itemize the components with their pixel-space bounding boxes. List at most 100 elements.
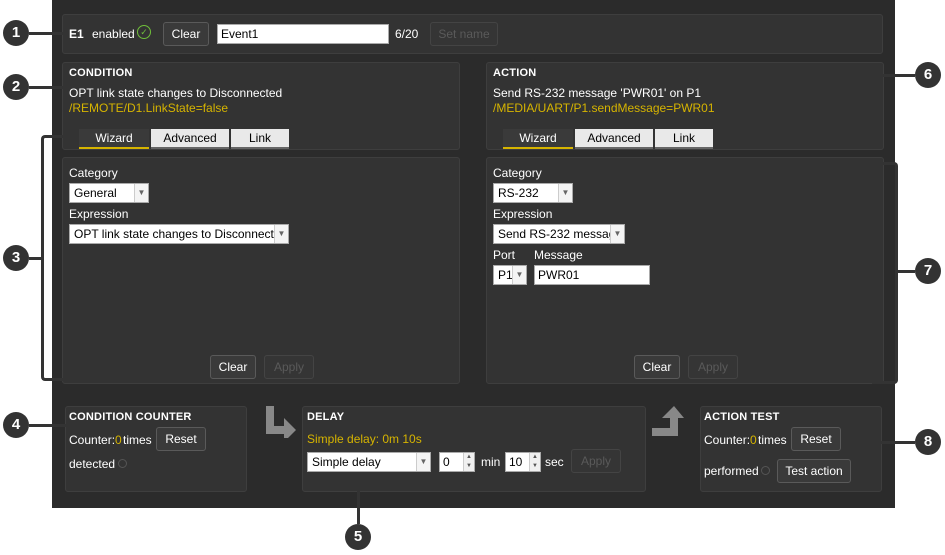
action-test-count: 0 [750,433,757,447]
condition-category-label: Category [69,166,118,180]
condition-tab-advanced[interactable]: Advanced [151,129,229,149]
callout-line-1 [29,32,63,35]
condition-counter-panel: CONDITION COUNTER Counter: 0 times Reset… [65,406,247,492]
action-description: Send RS-232 message 'PWR01' on P1 [493,86,702,100]
condition-expression-value: OPT link state changes to Disconnected [74,227,288,241]
event-id: E1 [69,27,84,41]
set-name-button[interactable]: Set name [430,22,498,46]
callout-2: 2 [3,74,29,100]
performed-indicator-icon [761,466,770,475]
chevron-down-icon: ▼ [134,184,148,202]
action-category-label: Category [493,166,542,180]
condition-expression-select[interactable]: OPT link state changes to Disconnected ▼ [69,224,289,244]
condition-tab-link[interactable]: Link [231,129,289,149]
condition-path: /REMOTE/D1.LinkState=false [69,101,229,115]
spinner-arrows-icon[interactable]: ▲ ▼ [463,453,474,471]
condition-description: OPT link state changes to Disconnected [69,86,283,100]
action-category-value: RS-232 [498,186,539,200]
port-value: P1 [498,268,513,282]
delay-title: DELAY [307,411,345,423]
condition-counter-suffix: times [123,433,152,447]
action-panel: ACTION Send RS-232 message 'PWR01' on P1… [486,62,884,150]
condition-category-value: General [74,186,117,200]
action-test-counter-prefix: Counter: [704,433,751,447]
port-label: Port [493,248,516,262]
callout-line-7 [895,270,915,273]
callout-bracket-3 [41,135,67,381]
callout-6: 6 [915,62,941,88]
event-clear-button[interactable]: Clear [163,22,209,46]
condition-category-select[interactable]: General ▼ [69,183,149,203]
delay-sec-value: 10 [509,455,523,469]
chevron-down-icon: ▼ [610,225,624,243]
event-header-panel: E1 enabled ✓ Clear 6/20 Set name [62,14,883,54]
callout-line-5 [357,478,360,524]
callout-8: 8 [915,429,941,455]
action-tab-wizard[interactable]: Wizard [503,129,573,149]
callout-4: 4 [3,412,29,438]
callout-3: 3 [3,245,29,271]
action-test-reset-button[interactable]: Reset [791,427,841,451]
action-test-panel: ACTION TEST Counter: 0 times Reset perfo… [700,406,882,492]
condition-title: CONDITION [69,67,133,79]
spinner-arrows-icon[interactable]: ▲ ▼ [529,453,540,471]
port-select[interactable]: P1 ▼ [493,265,527,285]
arrow-right-up-icon [652,406,684,436]
delay-min-label: min [481,455,501,469]
action-tab-link[interactable]: Link [655,129,713,149]
action-test-title: ACTION TEST [704,411,780,423]
delay-mode-select[interactable]: Simple delay ▼ [307,452,431,472]
event-name-input[interactable] [217,24,389,44]
arrow-right-down-icon [266,406,296,438]
condition-counter-count: 0 [115,433,122,447]
condition-apply-button[interactable]: Apply [264,355,314,379]
delay-sec-stepper[interactable]: 10 ▲ ▼ [505,452,541,472]
callout-line-8 [873,441,915,444]
delay-min-value: 0 [443,455,450,469]
event-char-count: 6/20 [395,27,419,41]
detected-label: detected [69,457,116,471]
condition-expression-label: Expression [69,207,129,221]
delay-panel: DELAY Simple delay: 0m 10s Simple delay … [302,406,646,492]
callout-line-6 [872,74,915,77]
message-input[interactable] [534,265,650,285]
chevron-down-icon: ▼ [512,266,526,284]
action-apply-button[interactable]: Apply [688,355,738,379]
callout-bracket-7 [872,162,898,384]
event-editor: E1 enabled ✓ Clear 6/20 Set name CONDITI… [52,0,895,508]
action-test-counter-suffix: times [758,433,787,447]
action-title: ACTION [493,67,537,79]
message-label: Message [534,248,583,262]
action-expression-value: Send RS-232 message [498,227,623,241]
detected-indicator-icon [118,459,127,468]
callout-5: 5 [345,524,371,550]
action-tab-advanced[interactable]: Advanced [575,129,653,149]
event-state: enabled [92,27,135,41]
delay-apply-button[interactable]: Apply [571,449,621,473]
condition-wizard-panel: Category General ▼ Expression OPT link s… [62,157,460,384]
condition-counter-reset-button[interactable]: Reset [156,427,206,451]
test-action-button[interactable]: Test action [777,459,851,483]
chevron-down-icon: ▼ [416,453,430,471]
callout-line-2 [29,86,69,89]
condition-tab-wizard[interactable]: Wizard [79,129,149,149]
condition-clear-button[interactable]: Clear [210,355,256,379]
condition-counter-prefix: Counter: [69,433,116,447]
action-expression-select[interactable]: Send RS-232 message ▼ [493,224,625,244]
action-path: /MEDIA/UART/P1.sendMessage=PWR01 [493,101,715,115]
action-expression-label: Expression [493,207,553,221]
delay-sec-label: sec [545,455,564,469]
delay-min-stepper[interactable]: 0 ▲ ▼ [439,452,475,472]
condition-counter-title: CONDITION COUNTER [69,411,192,423]
chevron-down-icon: ▼ [558,184,572,202]
delay-mode-value: Simple delay [312,455,381,469]
callout-1: 1 [3,20,29,46]
callout-line-4 [29,424,67,427]
action-clear-button[interactable]: Clear [634,355,680,379]
chevron-down-icon: ▼ [274,225,288,243]
check-icon: ✓ [137,25,151,39]
performed-label: performed [704,464,759,478]
action-category-select[interactable]: RS-232 ▼ [493,183,573,203]
callout-7: 7 [915,258,941,284]
action-wizard-panel: Category RS-232 ▼ Expression Send RS-232… [486,157,884,384]
